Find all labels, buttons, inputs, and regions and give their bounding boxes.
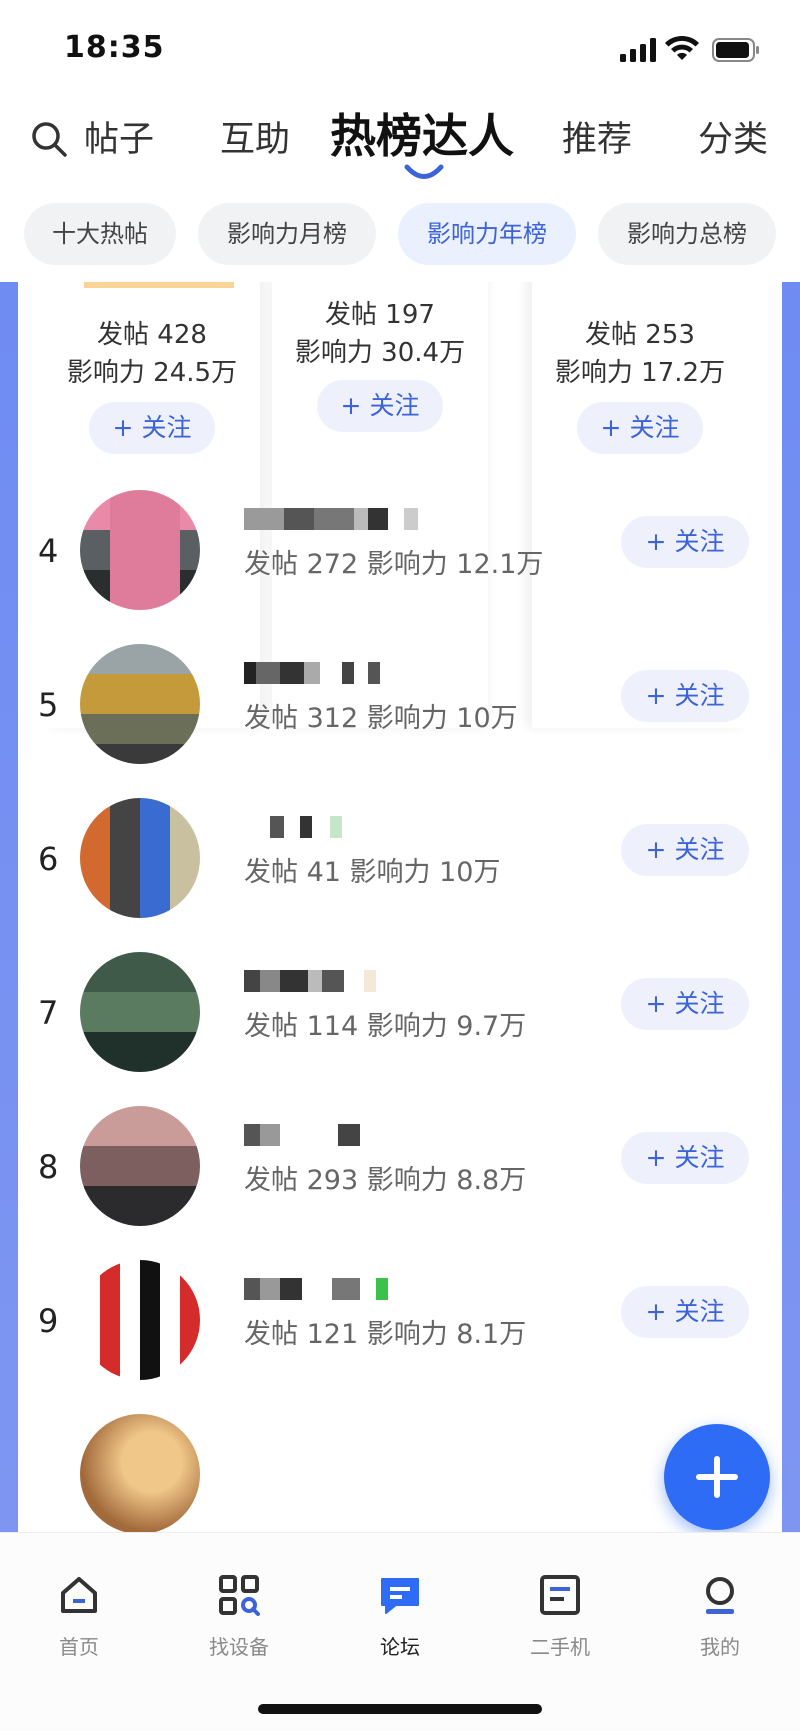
rank-number: 9	[38, 1302, 59, 1340]
podium-title-strip	[84, 282, 234, 288]
user-stats: 发帖 312 影响力 10万	[244, 703, 518, 734]
nav-second-hand[interactable]: 二手机	[505, 1573, 615, 1660]
user-stats: 发帖 41 影响力 10万	[244, 857, 501, 888]
podium-posts: 发帖 428	[97, 320, 207, 350]
nav-home[interactable]: 首页	[24, 1573, 134, 1660]
rank-number: 4	[38, 532, 59, 570]
rank-number: 8	[38, 1148, 59, 1186]
user-stats: 发帖 121 影响力 8.1万	[244, 1319, 527, 1350]
ranking-row[interactable]: 6 发帖 41 影响力 10万 + 关注	[18, 798, 782, 948]
nav-label: 我的	[700, 1635, 740, 1659]
podium-influence: 影响力 17.2万	[554, 358, 726, 388]
tab-posts[interactable]: 帖子	[84, 120, 154, 160]
ranking-row[interactable]: 7 发帖 114 影响力 9.7万 + 关注	[18, 952, 782, 1102]
podium-influence: 影响力 24.5万	[66, 358, 238, 388]
follow-button[interactable]: + 关注	[621, 670, 749, 722]
chip-monthly-influence[interactable]: 影响力月榜	[198, 203, 376, 265]
find-device-icon	[219, 1575, 260, 1616]
user-stats: 发帖 293 影响力 8.8万	[244, 1165, 527, 1196]
avatar[interactable]	[80, 1106, 200, 1226]
username-blurred	[244, 816, 342, 838]
chip-total-influence[interactable]: 影响力总榜	[598, 203, 776, 265]
username-blurred	[244, 662, 380, 684]
username-blurred	[244, 508, 418, 530]
user-stats: 发帖 114 影响力 9.7万	[244, 1011, 527, 1042]
podium-posts: 发帖 197	[325, 300, 435, 330]
ranking-row[interactable]: 8 发帖 293 影响力 8.8万 + 关注	[18, 1106, 782, 1256]
follow-button[interactable]: + 关注	[577, 402, 703, 454]
follow-button[interactable]: + 关注	[621, 824, 749, 876]
username-blurred	[244, 970, 376, 992]
avatar[interactable]	[80, 490, 200, 610]
forum-icon	[381, 1578, 419, 1614]
tab-recommend[interactable]: 推荐	[562, 120, 632, 160]
follow-button[interactable]: + 关注	[621, 516, 749, 568]
chip-top-ten-posts[interactable]: 十大热帖	[24, 203, 176, 265]
follow-button[interactable]: + 关注	[89, 402, 215, 454]
battery-icon	[712, 38, 759, 62]
create-post-button[interactable]	[664, 1424, 770, 1530]
user-stats: 发帖 272 影响力 12.1万	[244, 549, 544, 580]
username-blurred	[244, 1124, 360, 1146]
plus-icon	[696, 1456, 738, 1498]
rank-number: 5	[38, 686, 59, 724]
nav-find-device[interactable]: 找设备	[184, 1573, 294, 1660]
nav-profile[interactable]: 我的	[665, 1573, 775, 1660]
nav-label: 首页	[59, 1635, 99, 1659]
ranking-panel: 发帖 428 影响力 24.5万 + 关注 发帖 197 影响力 30.4万 +…	[18, 282, 782, 1532]
tab-category[interactable]: 分类	[698, 120, 768, 160]
status-bar: 18:35	[0, 0, 800, 100]
avatar[interactable]	[80, 1260, 200, 1380]
ranking-row[interactable]: 9 发帖 121 影响力 8.1万 + 关注	[18, 1260, 782, 1410]
status-time: 18:35	[64, 30, 165, 65]
podium-influence: 影响力 30.4万	[294, 338, 466, 368]
avatar[interactable]	[80, 644, 200, 764]
nav-label: 找设备	[209, 1635, 269, 1659]
avatar[interactable]	[80, 798, 200, 918]
follow-button[interactable]: + 关注	[621, 1286, 749, 1338]
chip-yearly-influence[interactable]: 影响力年榜	[398, 203, 576, 265]
follow-button[interactable]: + 关注	[317, 380, 443, 432]
wifi-icon	[665, 35, 699, 60]
search-icon[interactable]	[30, 120, 68, 158]
tab-active-indicator	[404, 164, 444, 179]
nav-forum[interactable]: 论坛	[345, 1573, 455, 1660]
tab-hot-experts[interactable]: 热榜达人	[330, 110, 514, 162]
ranking-row[interactable]: 5 发帖 312 影响力 10万 + 关注	[18, 644, 782, 794]
rank-number: 6	[38, 840, 59, 878]
profile-icon	[706, 1577, 734, 1614]
ranking-row[interactable]: 4 发帖 272 影响力 12.1万 + 关注	[18, 490, 782, 640]
avatar[interactable]	[80, 952, 200, 1072]
avatar[interactable]	[80, 1414, 200, 1532]
bottom-navigation: 首页 找设备 论坛 二手机 我的	[0, 1532, 800, 1731]
nav-label: 二手机	[530, 1635, 590, 1659]
podium-posts: 发帖 253	[585, 320, 695, 350]
tab-help[interactable]: 互助	[220, 120, 290, 160]
rank-number: 7	[38, 994, 59, 1032]
home-indicator	[258, 1704, 542, 1714]
follow-button[interactable]: + 关注	[621, 1132, 749, 1184]
signal-icon	[620, 38, 656, 62]
second-hand-icon	[540, 1575, 580, 1615]
username-blurred	[244, 1278, 388, 1300]
follow-button[interactable]: + 关注	[621, 978, 749, 1030]
nav-label: 论坛	[380, 1635, 420, 1659]
home-icon	[61, 1577, 97, 1613]
ranking-filter-chips: 十大热帖 影响力月榜 影响力年榜 影响力总榜	[0, 203, 800, 267]
